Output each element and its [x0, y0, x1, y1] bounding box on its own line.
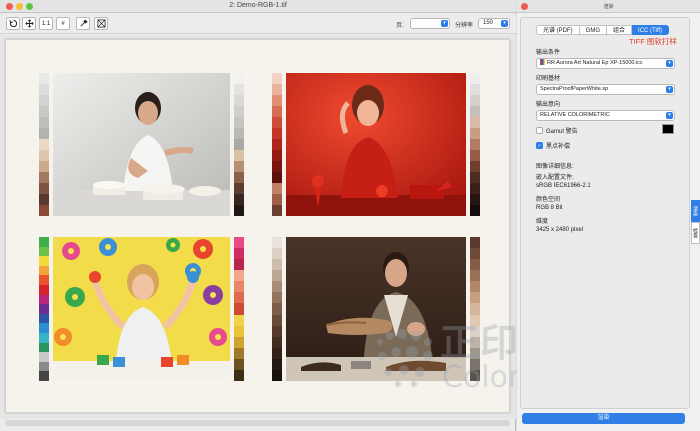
- embedded-profile-label: 嵌入配置文件:: [536, 175, 574, 181]
- color-strip: [234, 73, 244, 216]
- gamut-warning-color-swatch[interactable]: [662, 124, 674, 134]
- page-select[interactable]: ▾: [410, 18, 450, 29]
- chevron-down-icon: ▾: [501, 20, 508, 27]
- chevron-down-icon: ▾: [666, 60, 673, 67]
- photo-woman-cake: [53, 73, 230, 216]
- black-point-checkbox[interactable]: ✓: [536, 142, 543, 149]
- tiff-proof-label: TIFF 图软打样: [629, 37, 677, 46]
- color-strip: [234, 237, 244, 382]
- grid-button[interactable]: #: [56, 17, 70, 30]
- substrate-value: SpectraProofPaperWhite.sp: [540, 86, 609, 92]
- fit-arrows-icon: [24, 19, 34, 28]
- image-canvas[interactable]: [0, 35, 516, 419]
- window-title: 2: Demo-RGB-1.tif: [229, 2, 287, 9]
- rotate-icon: [8, 19, 17, 28]
- tab-icc-tiff[interactable]: ICC (Tiff): [632, 25, 670, 35]
- compare-icon: [96, 19, 106, 28]
- black-point-label: 黑点补偿: [546, 144, 571, 150]
- color-space-label: 颜色空间: [536, 197, 561, 203]
- color-strip: [470, 73, 480, 216]
- rotate-button[interactable]: [6, 17, 20, 30]
- resolution-label: 分辨率: [455, 23, 474, 29]
- render-panel: 渲染 光谱 (PDF) GMG 组合 ICC (Tiff) TIFF 图软打样 …: [517, 0, 700, 431]
- output-condition-value: RR Aurora Art Natural Ep XP-15000.icc: [547, 60, 643, 66]
- side-tab-render[interactable]: 渲染: [691, 200, 700, 222]
- tab-combination[interactable]: 组合: [607, 25, 633, 35]
- document-window: 2: Demo-RGB-1.tif 1:1 # 页: ▾ 分辨率 150 ▾: [0, 0, 516, 431]
- color-space-value: RGB 8 Bit: [536, 205, 563, 211]
- color-strip: [470, 237, 480, 382]
- page-label: 页:: [396, 23, 404, 29]
- intent-select[interactable]: RELATIVE COLORIMETRIC ▾: [536, 110, 675, 121]
- output-condition-select[interactable]: RR Aurora Art Natural Ep XP-15000.icc ▾: [536, 58, 675, 69]
- image-info-title: 图像详细信息:: [536, 164, 574, 170]
- color-strip: [39, 73, 49, 216]
- toolbar: 1:1 # 页: ▾ 分辨率 150 ▾: [0, 14, 516, 34]
- app-root: 2: Demo-RGB-1.tif 1:1 # 页: ▾ 分辨率 150 ▾ 渲…: [0, 0, 700, 431]
- photo-man-shoe: [286, 237, 466, 381]
- title-bar: 2: Demo-RGB-1.tif: [0, 0, 516, 13]
- black-point-row[interactable]: ✓ 黑点补偿: [536, 141, 570, 150]
- dimensions-label: 维度: [536, 219, 549, 225]
- photo-girl-flowers: [53, 237, 230, 381]
- horizontal-scrollbar[interactable]: [5, 420, 510, 426]
- dimensions-value: 3425 x 2480 pixel: [536, 227, 584, 233]
- eyedropper-button[interactable]: [76, 17, 90, 30]
- embedded-profile-value: sRGB IEC61966-2.1: [536, 183, 591, 189]
- side-tab-inspect[interactable]: 检查: [691, 222, 700, 244]
- resolution-select[interactable]: 150 ▾: [478, 18, 510, 29]
- chevron-down-icon: ▾: [666, 112, 673, 119]
- side-tabs: 渲染 检查: [691, 200, 700, 244]
- resolution-select-value: 150: [483, 20, 494, 26]
- panel-title: 渲染: [603, 4, 614, 10]
- eyedropper-icon: [79, 19, 88, 27]
- color-strip: [39, 237, 49, 381]
- chevron-down-icon: ▾: [441, 20, 448, 27]
- panel-title-bar: 渲染: [517, 0, 700, 13]
- intent-value: RELATIVE COLORIMETRIC: [540, 112, 610, 118]
- gamut-warning-label: Gamut 警告: [546, 129, 578, 135]
- photo-woman-red: [286, 73, 466, 216]
- substrate-select[interactable]: SpectraProofPaperWhite.sp ▾: [536, 84, 675, 95]
- proof-sheet: [5, 39, 510, 413]
- color-strip: [272, 73, 282, 216]
- compare-button[interactable]: [94, 17, 108, 30]
- fit-button[interactable]: [22, 17, 36, 30]
- render-button[interactable]: 渲染: [522, 413, 685, 424]
- color-strip: [272, 237, 282, 382]
- gamut-warning-checkbox[interactable]: [536, 127, 543, 134]
- profile-tabs: 光谱 (PDF) GMG 组合 ICC (Tiff): [536, 25, 670, 35]
- intent-label: 输出意向: [536, 102, 561, 108]
- flag-icon: [540, 59, 545, 65]
- panel-body: 光谱 (PDF) GMG 组合 ICC (Tiff) TIFF 图软打样 输出条…: [520, 17, 690, 409]
- tab-spectral-pdf[interactable]: 光谱 (PDF): [536, 25, 580, 35]
- output-condition-label: 输出条件: [536, 50, 561, 56]
- chevron-down-icon: ▾: [666, 86, 673, 93]
- gamut-warning-row[interactable]: Gamut 警告: [536, 126, 578, 135]
- tab-gmg[interactable]: GMG: [579, 25, 608, 35]
- actual-size-button[interactable]: 1:1: [39, 17, 53, 30]
- substrate-label: 印刷基材: [536, 76, 561, 82]
